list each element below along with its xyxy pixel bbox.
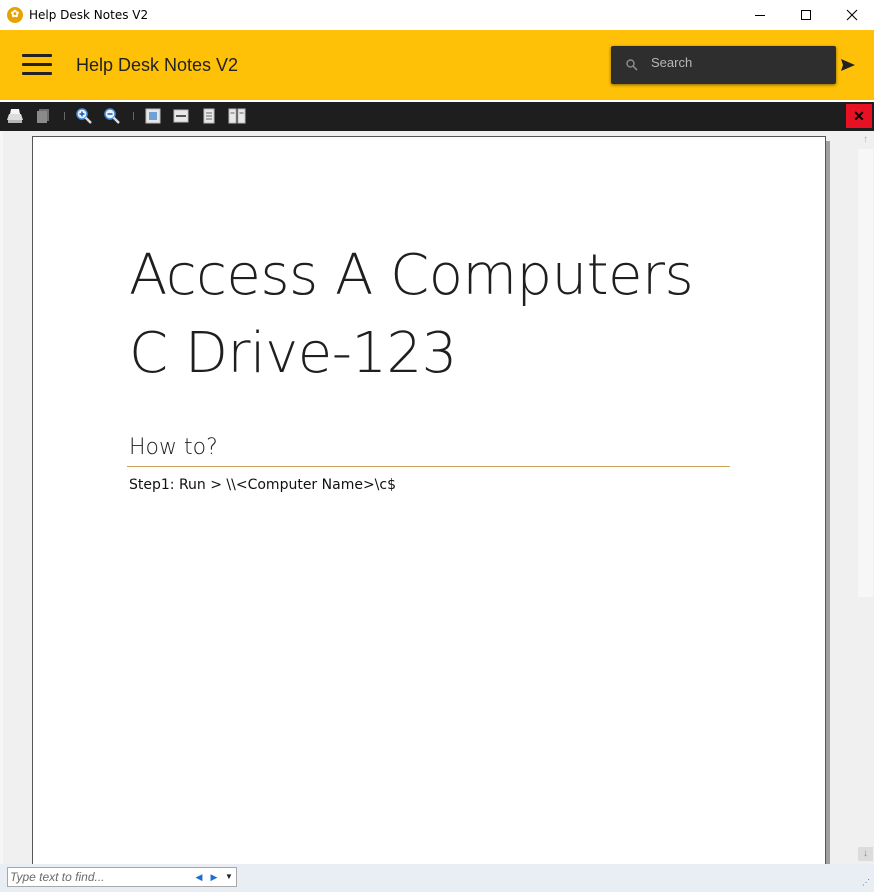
print-icon (7, 109, 23, 123)
app-title: Help Desk Notes V2 (76, 55, 239, 75)
whole-page-button[interactable] (143, 107, 163, 125)
resize-grip-icon[interactable]: ⋰ (862, 878, 872, 888)
search-input[interactable]: Search (651, 55, 692, 70)
toolbar-separator (64, 112, 65, 120)
window-titlebar: ✿ Help Desk Notes V2 (0, 0, 874, 30)
scroll-down-icon[interactable]: ↓ (858, 847, 873, 861)
document-viewer[interactable]: Access A Computers C Drive-123 How to? S… (0, 131, 874, 876)
close-icon (846, 9, 858, 21)
scroll-up-icon[interactable]: ↑ (858, 133, 873, 147)
app-logo-icon: ✿ (7, 7, 23, 23)
document-heading: How to? (129, 435, 218, 460)
page-shadow (826, 141, 830, 864)
search-box[interactable]: Search (611, 46, 836, 84)
zoom-out-icon (104, 108, 120, 124)
document-title: Access A Computers C Drive-123 (129, 243, 694, 386)
page-width-icon (173, 109, 189, 123)
two-pages-button[interactable] (227, 107, 247, 125)
hamburger-menu-icon[interactable] (22, 54, 52, 76)
one-page-icon (203, 108, 215, 124)
app-header: Help Desk Notes V2 Search (0, 30, 874, 100)
report-toolbar: ✕ (0, 100, 874, 131)
minimize-icon (755, 14, 765, 16)
maximize-icon (801, 10, 811, 20)
document-page: Access A Computers C Drive-123 How to? S… (32, 136, 826, 876)
dropdown-arrow-icon[interactable]: ▼ (223, 871, 235, 883)
find-next-icon[interactable]: ▶ (208, 871, 220, 883)
maximize-button[interactable] (783, 0, 829, 30)
page-width-button[interactable] (171, 107, 191, 125)
find-field[interactable]: ◀ ▶ ▼ (7, 867, 237, 887)
find-bar: ◀ ▶ ▼ ⋰ (0, 864, 874, 892)
one-page-button[interactable] (199, 107, 219, 125)
search-icon (626, 59, 638, 71)
copy-icon (37, 109, 49, 123)
zoom-in-icon (76, 108, 92, 124)
two-pages-icon (228, 108, 246, 124)
toolbar-separator (133, 112, 134, 120)
vertical-scrollbar[interactable]: ↑ ↓ (857, 131, 874, 864)
document-step: Step1: Run > \\<Computer Name>\c$ (129, 477, 396, 493)
heading-underline (127, 466, 730, 467)
zoom-in-button[interactable] (74, 107, 94, 125)
find-input[interactable] (10, 869, 190, 885)
close-preview-button[interactable]: ✕ (846, 104, 872, 128)
minimize-button[interactable] (737, 0, 783, 30)
send-icon[interactable] (840, 58, 856, 72)
whole-page-icon (145, 108, 161, 124)
left-gutter (0, 131, 3, 864)
zoom-out-button[interactable] (102, 107, 122, 125)
window-title: Help Desk Notes V2 (29, 8, 149, 22)
close-window-button[interactable] (829, 0, 874, 30)
copy-button[interactable] (33, 107, 53, 125)
scroll-thumb[interactable] (858, 149, 873, 597)
find-previous-icon[interactable]: ◀ (193, 871, 205, 883)
print-button[interactable] (5, 107, 25, 125)
